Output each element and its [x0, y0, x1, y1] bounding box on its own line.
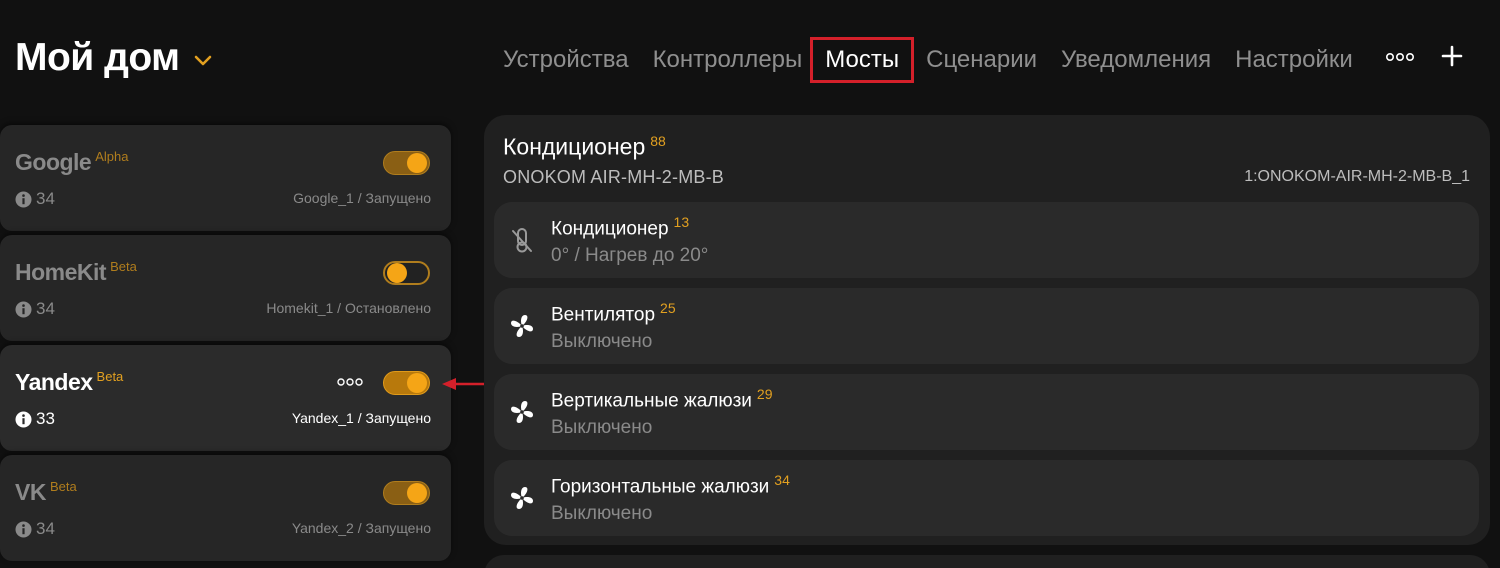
fan-icon — [511, 487, 533, 509]
thermometer-off-icon — [512, 228, 532, 253]
bridge-more-icon[interactable] — [337, 377, 363, 387]
bridge-name: Yandex — [15, 369, 93, 395]
tab-notifications[interactable]: Уведомления — [1061, 40, 1211, 80]
bridge-card-homekit[interactable]: HomeKit Beta 34 Homekit_1 / Остановлено — [0, 235, 451, 341]
info-icon — [15, 191, 32, 207]
bridge-count: 34 — [36, 189, 55, 208]
device-title: Кондиционер — [503, 133, 646, 160]
device-id: 1:ONOKOM-AIR-MH-2-MB-B_1 — [1244, 168, 1470, 185]
feature-name: Вентилятор — [551, 304, 656, 326]
tab-devices[interactable]: Устройства — [503, 40, 629, 80]
info-icon — [15, 521, 32, 537]
device-panel: Кондиционер 88 ONOKOM AIR-MH-2-MB-B 1:ONO… — [484, 115, 1490, 545]
toggle-knob — [407, 373, 427, 393]
feature-name: Горизонтальные жалюзи — [551, 476, 770, 498]
bridge-status: Yandex_1 / Запущено — [291, 410, 431, 426]
tab-settings[interactable]: Настройки — [1235, 40, 1353, 80]
chevron-down-icon — [194, 55, 211, 66]
home-title: Мой дом — [15, 36, 180, 79]
more-icon[interactable] — [1386, 49, 1414, 65]
bridge-status: Google_1 / Запущено — [293, 190, 431, 206]
feature-count: 29 — [756, 386, 773, 402]
feature-count: 13 — [673, 214, 690, 230]
bridge-name: HomeKit — [15, 259, 107, 285]
app-root: Мой дом Устройства Контроллеры Мосты Сце… — [0, 0, 1500, 568]
feature-value: Выключено — [551, 503, 653, 524]
tab-bridges[interactable]: Мосты — [810, 37, 915, 83]
toggle-knob — [407, 153, 427, 173]
tab-controllers[interactable]: Контроллеры — [653, 40, 803, 80]
feature-row[interactable]: Кондиционер 13 0° / Нагрев до 20° — [494, 202, 1479, 278]
bridge-tag: Beta — [110, 259, 137, 275]
device-title-count: 88 — [650, 133, 666, 149]
feature-value: Выключено — [551, 331, 653, 352]
bridge-count: 33 — [36, 409, 55, 428]
bridge-card-vk[interactable]: VK Beta 34 Yandex_2 / Запущено — [0, 455, 451, 561]
feature-count: 34 — [774, 472, 790, 488]
add-icon[interactable] — [1441, 45, 1463, 67]
tab-scenarios[interactable]: Сценарии — [926, 40, 1037, 80]
feature-value: 0° / Нагрев до 20° — [551, 245, 709, 266]
toggle-knob — [407, 483, 427, 503]
feature-name: Кондиционер — [551, 218, 669, 240]
fan-icon — [511, 401, 533, 423]
info-icon — [15, 411, 32, 427]
bridge-toggle[interactable] — [383, 151, 430, 175]
feature-row[interactable]: Горизонтальные жалюзи 34 Выключено — [494, 460, 1479, 536]
feature-row[interactable]: Вентилятор 25 Выключено — [494, 288, 1479, 364]
next-device-panel — [484, 555, 1490, 568]
fan-icon — [511, 315, 533, 337]
bridge-tag: Beta — [49, 479, 77, 495]
info-icon — [15, 301, 32, 317]
feature-value: Выключено — [551, 417, 653, 438]
bridge-count: 34 — [36, 299, 55, 318]
bridge-name: VK — [15, 479, 46, 505]
bridge-tag: Alpha — [95, 149, 129, 165]
bridge-card-yandex[interactable]: Yandex Beta 33 Yandex_1 / Запущено — [0, 345, 451, 451]
feature-row[interactable]: Вертикальные жалюзи 29 Выключено — [494, 374, 1479, 450]
bridge-card-google[interactable]: Google Alpha 34 Google_1 / Запущено — [0, 125, 451, 231]
bridge-toggle[interactable] — [383, 261, 430, 285]
bridge-tag: Beta — [96, 369, 124, 385]
main-nav: Устройства Контроллеры Мосты Сценарии Ув… — [503, 37, 1377, 83]
bridge-name: Google — [15, 149, 92, 175]
home-selector[interactable]: Мой дом — [15, 36, 212, 80]
device-model: ONOKOM AIR-MH-2-MB-B — [503, 167, 725, 187]
toggle-knob — [387, 263, 407, 283]
bridge-toggle[interactable] — [383, 371, 430, 395]
feature-name: Вертикальные жалюзи — [551, 390, 752, 412]
bridge-toggle[interactable] — [383, 481, 430, 505]
bridge-status: Homekit_1 / Остановлено — [266, 300, 431, 316]
feature-count: 25 — [660, 300, 676, 316]
bridge-count: 34 — [36, 519, 55, 538]
bridge-status: Yandex_2 / Запущено — [291, 520, 431, 536]
